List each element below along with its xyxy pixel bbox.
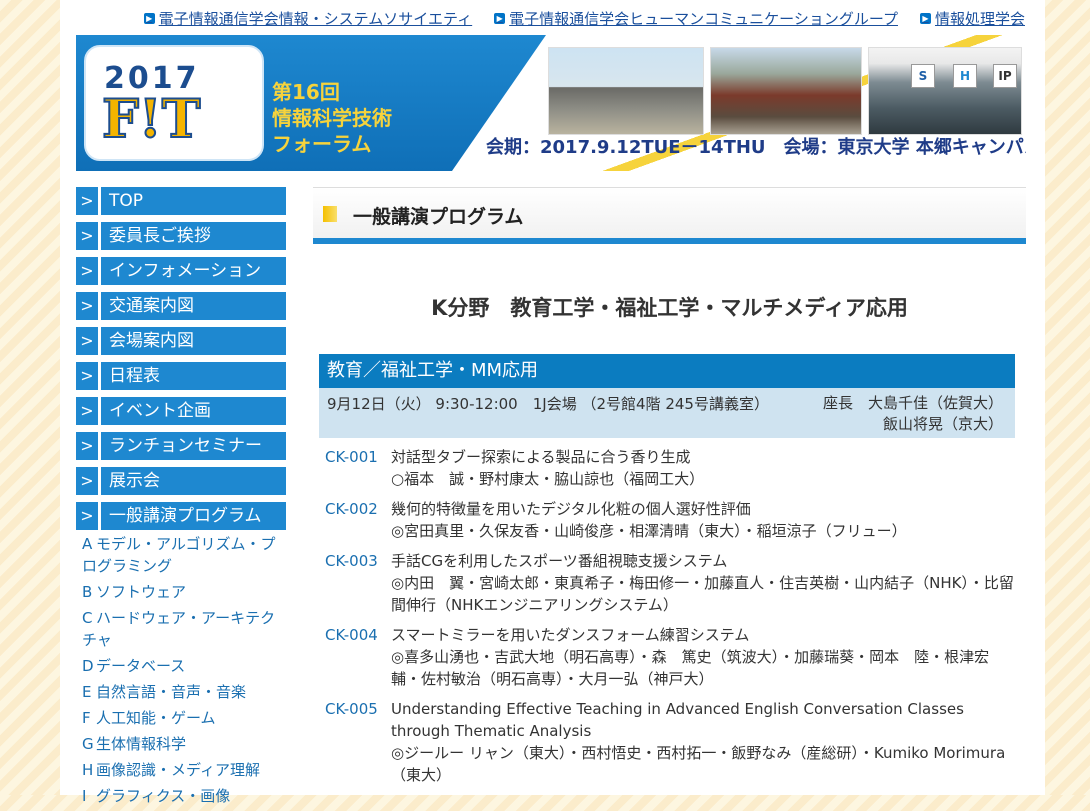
paper-id-link[interactable]: CK-003 (319, 550, 391, 616)
nav-greeting[interactable]: > 委員長ご挨拶 (76, 222, 286, 250)
paper-authors: ◎ジールー リャン（東大）・西村悟史・西村拓一・飯野なみ（産総研）・Kumiko… (391, 744, 1006, 784)
paper-authors: ◎内田 翼・宮崎太郎・東真希子・梅田修一・加藤直人・住吉英樹・山内結子（NHK）… (391, 574, 1014, 614)
heading-marker-icon (323, 206, 337, 222)
paper-title: Understanding Effective Teaching in Adva… (391, 700, 964, 740)
paper-authors: ◎宮田真里・久保友香・山崎俊彦・相澤清晴（東大）・稲垣涼子（フリュー） (391, 522, 907, 540)
chevron-right-icon: > (76, 397, 98, 425)
link-bullet-icon: ▶ (143, 13, 155, 24)
field-link-e[interactable]: E 自然言語・音声・音楽 (82, 681, 286, 703)
sponsor-logo-hcg: H (953, 64, 977, 88)
paper-title: スマートミラーを用いたダンスフォーム練習システム (391, 626, 750, 644)
chevron-right-icon: > (76, 502, 98, 530)
chevron-right-icon: > (76, 327, 98, 355)
session-title: 教育／福祉工学・MM応用 (319, 354, 1015, 388)
field-link-b[interactable]: B ソフトウェア (82, 581, 286, 603)
paper-entry: CK-003 手話CGを利用したスポーツ番組視聴支援システム ◎内田 翼・宮崎太郎… (319, 550, 1015, 616)
field-link-c[interactable]: C ハードウェア・アーキテクチャ (82, 607, 286, 651)
sidebar-nav: > TOP > 委員長ご挨拶 > インフォメーション > 交通案内図 > 会場案内図 > 日… (76, 187, 286, 811)
chevron-right-icon: > (76, 257, 98, 285)
field-link-h[interactable]: H 画像認識・メディア理解 (82, 759, 286, 781)
field-link-f[interactable]: F 人工知能・ゲーム (82, 707, 286, 729)
chevron-right-icon: > (76, 467, 98, 495)
paper-authors: ◎喜多山湧也・吉武大地（明石高専）・森 篤史（筑波大）・加藤瑞葵・岡本 陸・根津… (391, 648, 990, 688)
link-bullet-icon: ▶ (919, 13, 931, 24)
nav-events[interactable]: > イベント企画 (76, 397, 286, 425)
nav-luncheon[interactable]: > ランチョンセミナー (76, 432, 286, 460)
program-field-list: A モデル・アルゴリズム・プログラミング B ソフトウェア C ハードウェア・アーキテ… (76, 533, 286, 807)
campus-photo-crowd: S H IP (868, 47, 1022, 135)
link-ieice-hcg[interactable]: ▶ 電子情報通信学会ヒューマンコミュニケーショングループ (494, 8, 898, 29)
paper-entry: CK-001 対話型タブー探索による製品に合う香り生成 ○福本 誠・野村康太・脇山… (319, 446, 1015, 490)
banner-dates: 会期：2017.9.12TUE－14THU 会場：東京大学 本郷キャンパス (486, 137, 1026, 158)
paper-title: 手話CGを利用したスポーツ番組視聴支援システム (391, 552, 728, 570)
nav-schedule[interactable]: > 日程表 (76, 362, 286, 390)
main-content: 一般講演プログラム K分野 教育工学・福祉工学・マルチメディア応用 教育／福祉工… (313, 187, 1026, 786)
nav-access[interactable]: > 交通案内図 (76, 292, 286, 320)
field-link-i[interactable]: I グラフィクス・画像 (82, 785, 286, 807)
sponsor-logo-ipsj: IP (993, 64, 1017, 88)
campus-photo-tower (548, 47, 704, 135)
session-time-place: 9月12日（火） 9:30-12:00 1J会場 （2号館4階 245号講義室） (327, 395, 769, 413)
field-link-g[interactable]: G 生体情報科学 (82, 733, 286, 755)
nav-program[interactable]: > 一般講演プログラム (76, 502, 286, 530)
paper-title: 幾何的特徴量を用いたデジタル化粧の個人選好性評価 (391, 500, 751, 518)
chevron-right-icon: > (76, 222, 98, 250)
page: ▶ 電子情報通信学会情報・システムソサイエティ ▶ 電子情報通信学会ヒューマンコミュ… (60, 0, 1045, 805)
field-link-d[interactable]: D データベース (82, 655, 286, 677)
paper-id-link[interactable]: CK-002 (319, 498, 391, 542)
banner-title: 第16回 情報科学技術 フォーラム (272, 80, 392, 156)
field-link-a[interactable]: A モデル・アルゴリズム・プログラミング (82, 533, 286, 577)
paper-authors: ○福本 誠・野村康太・脇山諒也（福岡工大） (391, 470, 705, 488)
logo-text: F!T (101, 88, 201, 151)
header-banner: 2017 F!T 第16回 情報科学技術 フォーラム S H IP 会期：201… (76, 35, 1026, 171)
paper-entry: CK-005 Understanding Effective Teaching … (319, 698, 1015, 786)
link-ieice-iss[interactable]: ▶ 電子情報通信学会情報・システムソサイエティ (143, 8, 472, 29)
paper-id-link[interactable]: CK-005 (319, 698, 391, 786)
campus-photo-gate (710, 47, 862, 135)
chevron-right-icon: > (76, 432, 98, 460)
paper-entry: CK-004 スマートミラーを用いたダンスフォーム練習システム ◎喜多山湧也・吉武… (319, 624, 1015, 690)
top-links: ▶ 電子情報通信学会情報・システムソサイエティ ▶ 電子情報通信学会ヒューマンコミュ… (143, 8, 1025, 29)
link-ipsj[interactable]: ▶ 情報処理学会 (919, 8, 1025, 29)
paper-id-link[interactable]: CK-001 (319, 446, 391, 490)
session-info: 9月12日（火） 9:30-12:00 1J会場 （2号館4階 245号講義室）… (319, 388, 1015, 438)
chevron-right-icon: > (76, 187, 98, 215)
nav-exhibition[interactable]: > 展示会 (76, 467, 286, 495)
nav-top[interactable]: > TOP (76, 187, 286, 215)
page-heading: 一般講演プログラム (313, 187, 1026, 244)
paper-title: 対話型タブー探索による製品に合う香り生成 (391, 448, 691, 466)
nav-information[interactable]: > インフォメーション (76, 257, 286, 285)
page-title: 一般講演プログラム (353, 206, 524, 228)
nav-venue-map[interactable]: > 会場案内図 (76, 327, 286, 355)
fit-logo: 2017 F!T (84, 45, 264, 161)
chevron-right-icon: > (76, 292, 98, 320)
paper-id-link[interactable]: CK-004 (319, 624, 391, 690)
sponsor-logo-iss: S (911, 64, 935, 88)
session-chairs: 座長 大島千佳（佐賀大） 飯山将晃（京大） (822, 394, 1003, 433)
chevron-right-icon: > (76, 362, 98, 390)
session-block: 教育／福祉工学・MM応用 9月12日（火） 9:30-12:00 1J会場 （2… (319, 354, 1015, 786)
field-title: K分野 教育工学・福祉工学・マルチメディア応用 (431, 296, 908, 320)
paper-entry: CK-002 幾何的特徴量を用いたデジタル化粧の個人選好性評価 ◎宮田真里・久保友… (319, 498, 1015, 542)
link-bullet-icon: ▶ (494, 13, 506, 24)
